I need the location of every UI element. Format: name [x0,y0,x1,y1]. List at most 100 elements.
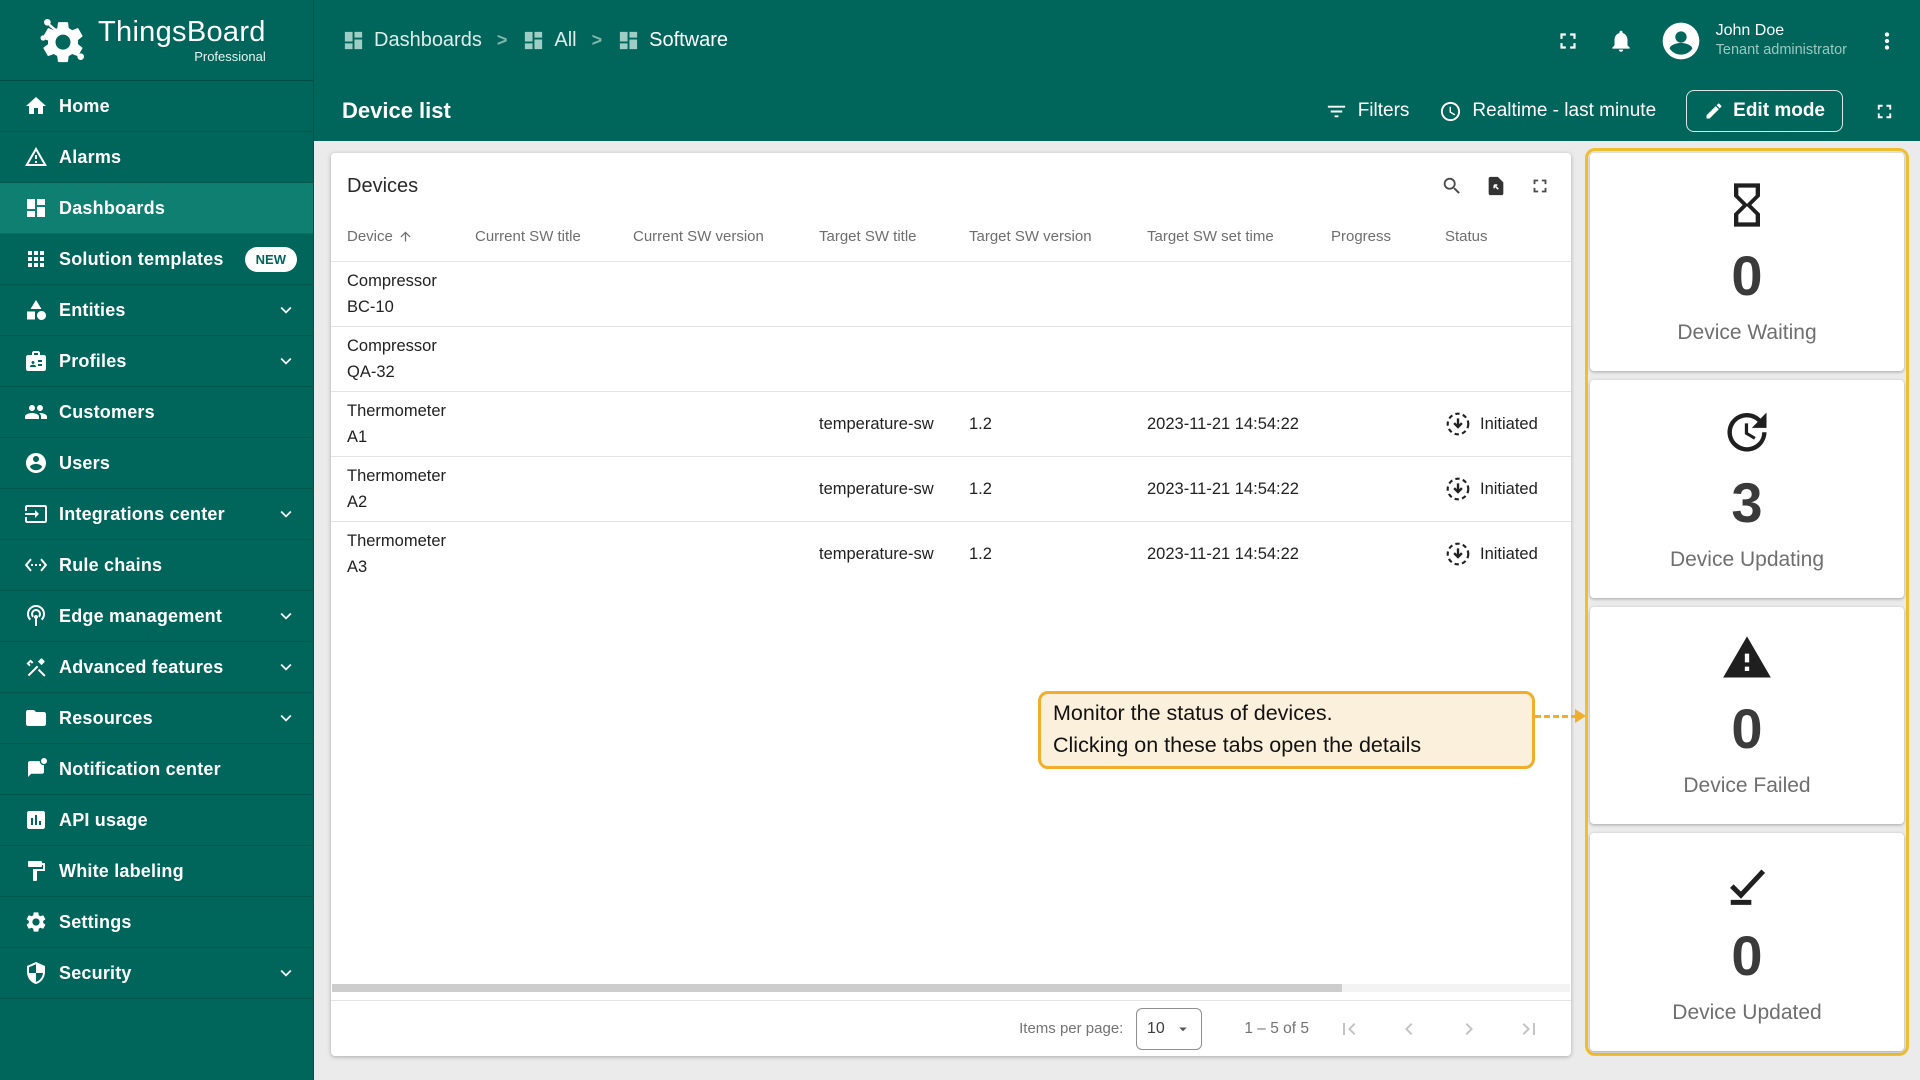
breadcrumb-all[interactable]: All [522,29,577,52]
toolbar-fullscreen-icon[interactable] [1873,100,1896,123]
user-name: John Doe [1715,21,1785,39]
table-row[interactable]: Compressor QA-32 [331,326,1571,391]
chevron-down-icon [275,299,297,321]
sidebar-item-integrations-center[interactable]: Integrations center [0,489,313,540]
sidebar-item-rule-chains[interactable]: Rule chains [0,540,313,591]
table-row[interactable]: Thermometer A1 temperature-sw 1.2 2023-11… [331,391,1571,456]
shield-icon [24,961,48,985]
sidebar-item-advanced-features[interactable]: Advanced features [0,642,313,693]
sidebar-item-white-labeling[interactable]: White labeling [0,846,313,897]
column-device[interactable]: Device [347,228,475,245]
annotation-callout: Monitor the status of devices. Clicking … [1038,691,1535,769]
scrollbar-thumb[interactable] [332,984,1342,992]
sidebar-item-settings[interactable]: Settings [0,897,313,948]
sidebar-item-edge-management[interactable]: Edge management [0,591,313,642]
sidebar: ThingsBoard Professional Home Alarms Das… [0,0,314,1080]
user-info: John Doe Tenant administrator [1716,21,1847,61]
logo[interactable]: ThingsBoard Professional [0,0,313,81]
dashboard-toolbar: Device list Filters Realtime - last minu… [314,81,1920,141]
column-target-sw-set-time[interactable]: Target SW set time [1147,228,1331,245]
chevron-down-icon [275,350,297,372]
thingsboard-logo-icon [38,15,88,65]
breadcrumb: Dashboards > All > Software [342,29,728,52]
column-current-sw-version[interactable]: Current SW version [633,228,819,245]
device-updating-card[interactable]: 3 Device Updating [1590,379,1904,598]
users-person-icon [24,451,48,475]
last-page-icon[interactable] [1517,1017,1541,1041]
rule-chains-icon [24,553,48,577]
column-target-sw-title[interactable]: Target SW title [819,228,969,245]
device-waiting-card[interactable]: 0 Device Waiting [1590,153,1904,371]
devices-table-widget: Devices Device Current SW title Current … [331,153,1571,1056]
profiles-badge-icon [24,349,48,373]
initiated-status-icon [1446,542,1470,566]
page-range-label: 1 – 5 of 5 [1244,1019,1309,1037]
previous-page-icon[interactable] [1397,1017,1421,1041]
sidebar-item-solution-templates[interactable]: Solution templates NEW [0,234,313,285]
timewindow-button[interactable]: Realtime - last minute [1439,100,1656,123]
filters-button[interactable]: Filters [1325,100,1409,123]
notifications-bell-icon[interactable] [1608,28,1634,54]
dashboard-icon [525,31,543,50]
edge-antenna-icon [24,604,48,628]
notification-message-icon [24,757,48,781]
annotation-connector-line [1535,715,1577,718]
sort-ascending-icon [400,231,411,241]
device-failed-count: 0 [1731,697,1763,761]
sidebar-item-api-usage[interactable]: API usage [0,795,313,846]
user-avatar[interactable] [1661,21,1701,61]
breadcrumb-separator: > [591,30,603,50]
fullscreen-icon[interactable] [1555,28,1581,54]
breadcrumb-separator: > [496,30,508,50]
table-row[interactable]: Thermometer A2 temperature-sw 1.2 2023-11… [331,456,1571,521]
sidebar-item-users[interactable]: Users [0,438,313,489]
search-icon[interactable] [1441,175,1463,197]
sidebar-item-profiles[interactable]: Profiles [0,336,313,387]
horizontal-scrollbar [332,984,1570,992]
entities-icon [24,298,48,322]
table-row[interactable]: Compressor BC-10 [331,261,1571,326]
breadcrumb-software[interactable]: Software [617,29,728,52]
device-waiting-count: 0 [1731,243,1763,307]
next-page-icon[interactable] [1457,1017,1481,1041]
sidebar-item-notification-center[interactable]: Notification center [0,744,313,795]
widget-title: Devices [347,174,419,197]
home-icon [24,94,48,118]
kebab-menu-icon[interactable] [1874,28,1900,54]
sidebar-item-entities[interactable]: Entities [0,285,313,336]
export-file-icon[interactable] [1485,175,1507,197]
breadcrumb-dashboards[interactable]: Dashboards [342,29,482,52]
table-header-row: Device Current SW title Current SW versi… [331,211,1571,261]
items-per-page-select[interactable]: 10 [1136,1007,1203,1050]
sidebar-item-resources[interactable]: Resources [0,693,313,744]
sidebar-item-home[interactable]: Home [0,81,313,132]
chevron-down-icon [275,503,297,525]
table-row[interactable]: Thermometer A3 temperature-sw 1.2 2023-11… [331,521,1571,586]
status-cards-panel: 0 Device Waiting 3 Device Updating 0 Dev… [1585,148,1909,1056]
column-target-sw-version[interactable]: Target SW version [969,228,1147,245]
table-pagination: Items per page: 10 1 – 5 of 5 [331,1000,1571,1056]
dashboards-icon [24,196,48,220]
tools-icon [24,655,48,679]
sidebar-item-security[interactable]: Security [0,948,313,999]
device-updated-card[interactable]: 0 Device Updated [1590,833,1904,1051]
chevron-down-icon [275,707,297,729]
filter-icon [1327,105,1345,117]
device-failed-card[interactable]: 0 Device Failed [1590,606,1904,825]
column-current-sw-title[interactable]: Current SW title [475,228,633,245]
first-page-icon[interactable] [1337,1017,1361,1041]
sidebar-item-customers[interactable]: Customers [0,387,313,438]
device-updated-count: 0 [1731,924,1763,988]
sidebar-item-dashboards[interactable]: Dashboards [0,183,313,234]
customers-people-icon [24,400,48,424]
clock-icon [1441,101,1461,121]
widget-fullscreen-icon[interactable] [1529,175,1551,197]
column-status[interactable]: Status [1445,228,1555,245]
edit-mode-button[interactable]: Edit mode [1686,90,1843,132]
warning-icon [1721,632,1773,684]
top-header: Dashboards > All > Software John Doe Ten… [314,0,1920,81]
brand-subtitle: Professional [194,48,266,64]
column-progress[interactable]: Progress [1331,228,1445,245]
sidebar-item-alarms[interactable]: Alarms [0,132,313,183]
pencil-icon [1706,103,1722,119]
